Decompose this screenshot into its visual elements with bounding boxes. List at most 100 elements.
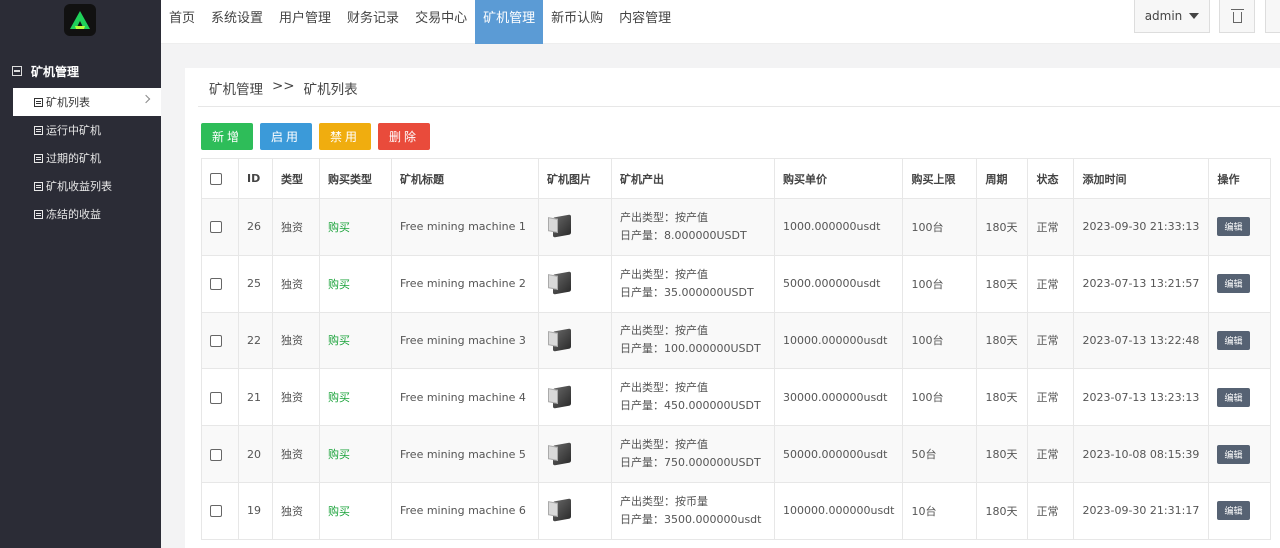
cell-actions: 编辑 bbox=[1208, 198, 1271, 256]
edit-button[interactable]: 编辑 bbox=[1217, 444, 1250, 464]
table-row: 20 独资 购买 Free mining machine 5 产出类型：按产值日… bbox=[201, 425, 1271, 483]
nav-user-management[interactable]: 用户管理 bbox=[271, 0, 339, 44]
sidebar-item-frozen-earnings[interactable]: 冻结的收益 bbox=[0, 200, 161, 228]
cell-title: Free mining machine 1 bbox=[391, 198, 539, 256]
cell-image bbox=[538, 425, 612, 483]
col-buy-type[interactable]: 购买类型 bbox=[319, 158, 392, 199]
nav-home[interactable]: 首页 bbox=[161, 0, 203, 44]
row-select-cell bbox=[201, 254, 239, 313]
cell-buy-type: 购买 bbox=[319, 481, 392, 540]
sidebar-item-running-miners[interactable]: 运行中矿机 bbox=[0, 116, 161, 144]
cell-status: 正常 bbox=[1027, 311, 1075, 370]
col-added-time[interactable]: 添加时间 bbox=[1073, 158, 1210, 199]
miner-image bbox=[547, 385, 575, 409]
cell-output: 产出类型：按产值 日产量：8.000000USDT bbox=[611, 198, 775, 256]
cell-output: 产出类型：按币量 日产量：3500.000000usdt bbox=[611, 481, 775, 540]
cell-type: 独资 bbox=[272, 368, 320, 427]
output-daily: 日产量：750.000000USDT bbox=[620, 456, 761, 470]
nav-content-management[interactable]: 内容管理 bbox=[611, 0, 679, 44]
row-checkbox[interactable] bbox=[210, 391, 222, 404]
cell-title: Free mining machine 6 bbox=[391, 481, 539, 540]
cell-added-time: 2023-09-30 21:33:13 bbox=[1073, 198, 1210, 256]
more-button[interactable] bbox=[1265, 0, 1280, 33]
col-cycle[interactable]: 周期 bbox=[976, 158, 1029, 199]
main-content: 矿机管理 >> 矿机列表 新增 启用 禁用 删除 ID 类型 购买类型 矿机标题… bbox=[161, 44, 1280, 548]
app-logo[interactable] bbox=[63, 4, 96, 36]
nav-system-settings[interactable]: 系统设置 bbox=[203, 0, 271, 44]
sidebar-item-miner-earnings[interactable]: 矿机收益列表 bbox=[0, 172, 161, 200]
row-checkbox[interactable] bbox=[210, 334, 222, 347]
edit-button[interactable]: 编辑 bbox=[1217, 274, 1250, 294]
disable-button[interactable]: 禁用 bbox=[319, 123, 371, 150]
output-type: 产出类型：按产值 bbox=[620, 210, 708, 224]
clear-cache-button[interactable] bbox=[1219, 0, 1255, 33]
cell-image bbox=[538, 481, 612, 540]
nav-miner-management[interactable]: 矿机管理 bbox=[475, 0, 544, 44]
row-checkbox[interactable] bbox=[210, 505, 222, 518]
table-row: 21 独资 购买 Free mining machine 4 产出类型：按产值日… bbox=[201, 368, 1271, 427]
cell-status: 正常 bbox=[1027, 254, 1075, 313]
sidebar-section-header[interactable]: 矿机管理 bbox=[0, 60, 161, 82]
caret-down-icon bbox=[1189, 13, 1200, 19]
sidebar-item-miner-list[interactable]: 矿机列表 bbox=[13, 88, 161, 116]
output-daily: 日产量：450.000000USDT bbox=[620, 399, 761, 413]
delete-button[interactable]: 删除 bbox=[378, 123, 430, 150]
col-image[interactable]: 矿机图片 bbox=[538, 158, 612, 199]
nav-new-coin-subscription[interactable]: 新币认购 bbox=[543, 0, 611, 44]
output-type: 产出类型：按产值 bbox=[620, 438, 708, 452]
col-output[interactable]: 矿机产出 bbox=[611, 158, 775, 199]
breadcrumb-root[interactable]: 矿机管理 bbox=[209, 78, 263, 98]
sidebar-item-label: 矿机收益列表 bbox=[46, 180, 112, 193]
col-id[interactable]: ID bbox=[238, 158, 273, 199]
cell-price: 30000.000000usdt bbox=[773, 368, 904, 427]
edit-button[interactable]: 编辑 bbox=[1217, 217, 1250, 237]
col-title[interactable]: 矿机标题 bbox=[391, 158, 539, 199]
cell-buy-type: 购买 bbox=[319, 254, 392, 313]
cell-image bbox=[538, 198, 612, 256]
nav-trading-center[interactable]: 交易中心 bbox=[407, 0, 475, 44]
row-checkbox[interactable] bbox=[210, 448, 222, 461]
cell-status: 正常 bbox=[1027, 425, 1075, 483]
col-limit[interactable]: 购买上限 bbox=[902, 158, 978, 199]
document-icon bbox=[34, 97, 43, 107]
col-status[interactable]: 状态 bbox=[1027, 158, 1075, 199]
add-button[interactable]: 新增 bbox=[201, 123, 253, 150]
row-checkbox[interactable] bbox=[210, 221, 222, 234]
divider bbox=[198, 106, 1280, 107]
user-menu-button[interactable]: admin bbox=[1134, 0, 1210, 33]
cell-image bbox=[538, 254, 612, 313]
cell-limit: 100台 bbox=[902, 368, 978, 427]
edit-button[interactable]: 编辑 bbox=[1217, 330, 1250, 350]
cell-price: 10000.000000usdt bbox=[773, 311, 904, 370]
select-all-cell bbox=[201, 158, 239, 199]
enable-button[interactable]: 启用 bbox=[260, 123, 312, 150]
cell-added-time: 2023-07-13 13:21:57 bbox=[1073, 254, 1210, 313]
cell-cycle: 180天 bbox=[976, 254, 1029, 313]
cell-id: 19 bbox=[238, 481, 273, 540]
row-checkbox[interactable] bbox=[210, 278, 222, 291]
edit-button[interactable]: 编辑 bbox=[1217, 501, 1250, 521]
cell-output: 产出类型：按产值 日产量：35.000000USDT bbox=[611, 254, 775, 313]
select-all-checkbox[interactable] bbox=[210, 173, 222, 185]
cell-buy-type: 购买 bbox=[319, 368, 392, 427]
output-type: 产出类型：按产值 bbox=[620, 267, 708, 281]
edit-button[interactable]: 编辑 bbox=[1217, 387, 1250, 407]
cell-cycle: 180天 bbox=[976, 311, 1029, 370]
cell-price: 1000.000000usdt bbox=[773, 198, 904, 256]
sidebar-menu: 矿机列表 运行中矿机 过期的矿机 矿机收益列表 冻结的收益 bbox=[0, 88, 161, 228]
miner-image bbox=[547, 498, 575, 522]
cell-image bbox=[538, 311, 612, 370]
row-select-cell bbox=[201, 311, 239, 370]
breadcrumb: 矿机管理 >> 矿机列表 bbox=[209, 78, 358, 98]
row-select-cell bbox=[201, 368, 239, 427]
miner-image bbox=[547, 328, 575, 352]
col-type[interactable]: 类型 bbox=[272, 158, 320, 199]
document-icon bbox=[34, 181, 43, 191]
nav-finance-records[interactable]: 财务记录 bbox=[339, 0, 407, 44]
cell-id: 26 bbox=[238, 198, 273, 256]
document-icon bbox=[34, 153, 43, 163]
col-price[interactable]: 购买单价 bbox=[773, 158, 904, 199]
main-nav: 首页 系统设置 用户管理 财务记录 交易中心 矿机管理 新币认购 内容管理 bbox=[161, 0, 679, 44]
cell-limit: 50台 bbox=[902, 425, 978, 483]
sidebar-item-expired-miners[interactable]: 过期的矿机 bbox=[0, 144, 161, 172]
